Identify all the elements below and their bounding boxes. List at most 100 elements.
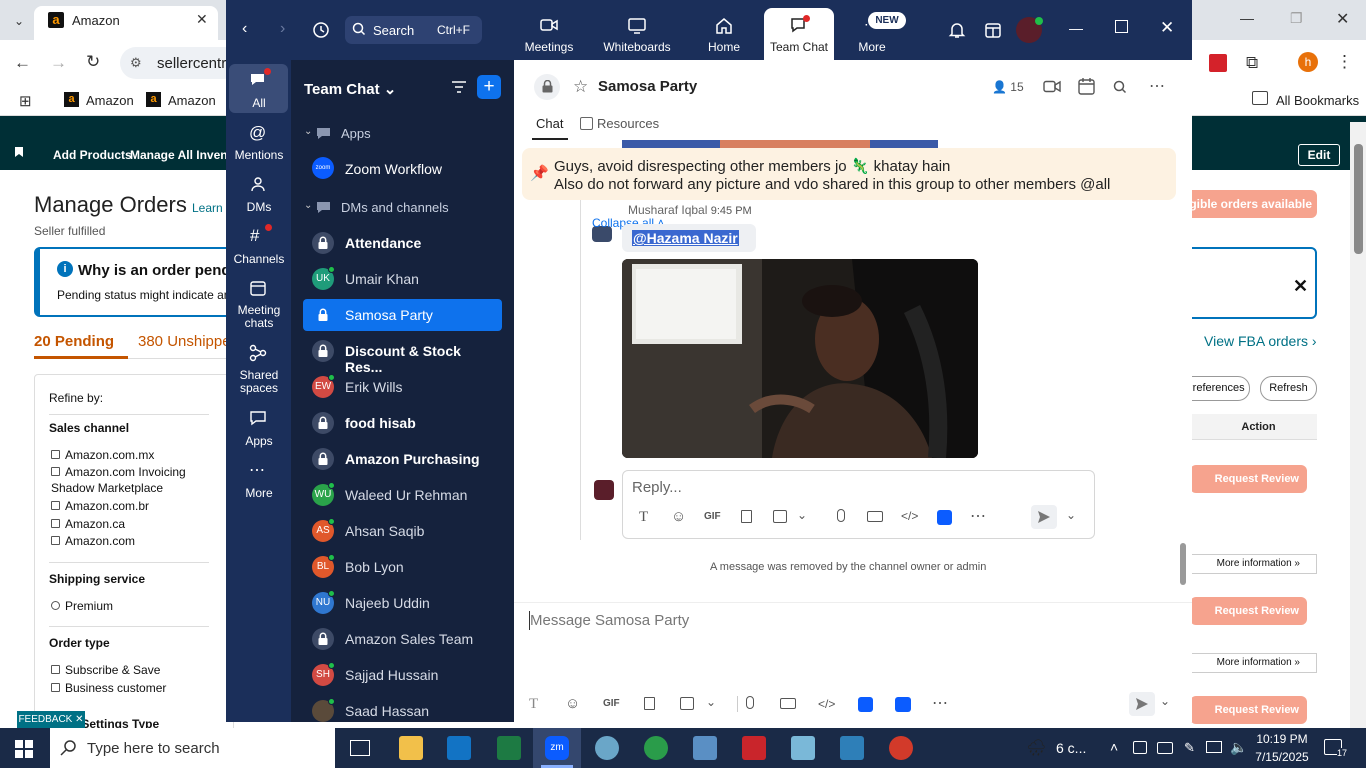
channel-checkbox[interactable]: Amazon.com.mx [51,448,154,462]
zoom-taskbar-icon[interactable]: zm [545,736,569,760]
back-icon[interactable]: ← [14,53,31,73]
close-icon[interactable]: ✕ [1293,276,1308,297]
file-explorer-icon[interactable] [399,736,423,760]
site-info-icon[interactable]: ⚙ [130,55,142,71]
zoom-app-icon[interactable] [937,510,952,525]
gif-icon[interactable]: GIF [603,698,620,709]
app-icon[interactable] [840,736,864,760]
reload-icon[interactable]: ↻ [86,52,100,72]
search-icon[interactable] [1113,80,1127,94]
request-review-button[interactable]: Request Review [1190,465,1307,493]
chrome-menu-icon[interactable]: ⋮ [1336,52,1353,72]
microphone-icon[interactable] [837,509,845,522]
rail-channels[interactable]: Channels [230,252,288,266]
chat-list-item[interactable]: food hisab [303,407,502,439]
network-icon[interactable] [1206,741,1222,753]
dms-section-label[interactable]: DMs and channels [341,200,449,215]
microphone-icon[interactable] [746,696,754,709]
close-window-icon[interactable]: ✕ [1160,18,1174,38]
rail-shared-spaces[interactable]: Shared spaces [230,369,288,395]
channel-title[interactable]: Samosa Party [598,78,697,95]
minimize-window-icon[interactable]: — [1069,20,1083,36]
chevron-up-icon[interactable]: ˄ [1110,739,1118,755]
chat-list-item[interactable]: AS Ahsan Saqib [303,515,502,547]
view-fba-orders-link[interactable]: View FBA orders › [1204,333,1317,349]
app-icon[interactable] [791,736,815,760]
url-text[interactable]: sellercentra [157,55,235,72]
reply-input[interactable]: Reply... [632,479,682,496]
request-review-button[interactable]: Request Review [1190,696,1307,724]
chat-list-item[interactable]: UK Umair Khan [303,263,502,295]
nav-add-products[interactable]: Add Products [53,148,132,162]
notifications-bell-icon[interactable] [948,21,966,39]
video-message-icon[interactable] [867,511,883,522]
chat-list-item[interactable]: EW Erik Wills [303,371,502,403]
forward-arrow-icon[interactable]: › [280,20,285,38]
chat-list-item[interactable]: Saad Hassan [303,695,502,727]
file-icon[interactable] [644,697,655,710]
minimize-window-icon[interactable]: — [1240,10,1254,26]
chat-list-item[interactable]: Discount & Stock Res... [303,335,502,375]
chat-list-item[interactable]: NU Najeeb Uddin [303,587,502,619]
more-information-button[interactable]: More information » [1180,653,1317,673]
rail-dms[interactable]: DMs [230,200,288,214]
apps-grid-icon[interactable]: ⊞ [19,92,32,110]
nav-meetings[interactable]: Meetings [519,40,579,54]
excel-icon[interactable] [497,736,521,760]
windows-start-icon[interactable] [15,740,33,758]
nav-home[interactable]: Home [704,40,744,54]
apps-section-label[interactable]: Apps [341,126,371,141]
text-format-icon[interactable]: T [529,696,538,713]
collapse-apps-chevron-icon[interactable]: ⌄ [304,126,312,137]
rail-more[interactable]: More [230,486,288,500]
zoom-docs-icon[interactable] [895,697,911,712]
volume-icon[interactable]: 🔈 [1230,739,1247,756]
channel-checkbox[interactable]: Amazon.com [51,534,135,548]
chat-list-item[interactable]: BL Bob Lyon [303,551,502,583]
chevron-down-icon[interactable]: ⌄ [797,508,807,522]
star-icon[interactable]: ☆ [573,77,588,97]
page-scrollbar-thumb[interactable] [1354,144,1363,254]
reply-box[interactable] [622,470,1095,539]
pen-icon[interactable]: ✎ [1184,740,1195,756]
request-review-button[interactable]: Request Review [1190,597,1307,625]
close-tab-icon[interactable]: ✕ [196,11,208,28]
back-arrow-icon[interactable]: ‹ [242,20,247,38]
premium-radio[interactable]: Premium [51,599,113,613]
chat-list-item[interactable]: Amazon Purchasing [303,443,502,475]
tray-app-icon[interactable] [1133,741,1147,754]
chat-list-item[interactable]: Amazon Sales Team [303,623,502,655]
nav-whiteboards[interactable]: Whiteboards [600,40,674,54]
sidebar-title[interactable]: Team Chat ⌄ [304,80,396,98]
tab-chat[interactable]: Chat [536,116,563,131]
zoom-workflow-item[interactable]: Zoom Workflow [345,161,442,177]
code-snippet-icon[interactable]: </> [901,509,918,523]
eligible-orders-banner[interactable]: igible orders available [1180,190,1317,218]
chrome-icon[interactable] [644,736,668,760]
chat-list-item[interactable]: Attendance [303,227,502,259]
nav-manage-inventory[interactable]: Manage All Inventor [130,148,226,162]
clock-date[interactable]: 7/15/2025 [1252,750,1312,764]
calculator-icon[interactable] [693,736,717,760]
profile-avatar[interactable]: h [1298,52,1318,72]
video-message-icon[interactable] [780,698,796,709]
filter-icon[interactable] [451,80,467,94]
refresh-button[interactable]: Refresh [1260,376,1317,401]
clock-time[interactable]: 10:19 PM [1252,732,1312,746]
chat-scrollbar[interactable] [1180,543,1186,585]
nav-more[interactable]: More [852,40,892,54]
chrome-icon[interactable] [889,736,913,760]
screenshot-icon[interactable] [773,510,787,523]
feedback-button[interactable]: FEEDBACK ✕ [17,711,85,728]
nav-team-chat[interactable]: Team Chat [764,40,834,54]
more-options-icon[interactable]: ⋯ [932,693,948,713]
bookmark-amazon-1[interactable]: Amazon [86,93,134,108]
extensions-icon[interactable]: ⧉ [1246,53,1258,73]
rail-apps[interactable]: Apps [230,434,288,448]
weather-icon[interactable]: 🌧 [1026,738,1046,758]
chevron-down-icon[interactable]: ⌄ [1066,508,1076,522]
file-icon[interactable] [741,510,752,523]
chat-list-item[interactable]: Samosa Party [303,299,502,331]
filezilla-icon[interactable] [742,736,766,760]
video-call-icon[interactable] [1043,80,1061,93]
